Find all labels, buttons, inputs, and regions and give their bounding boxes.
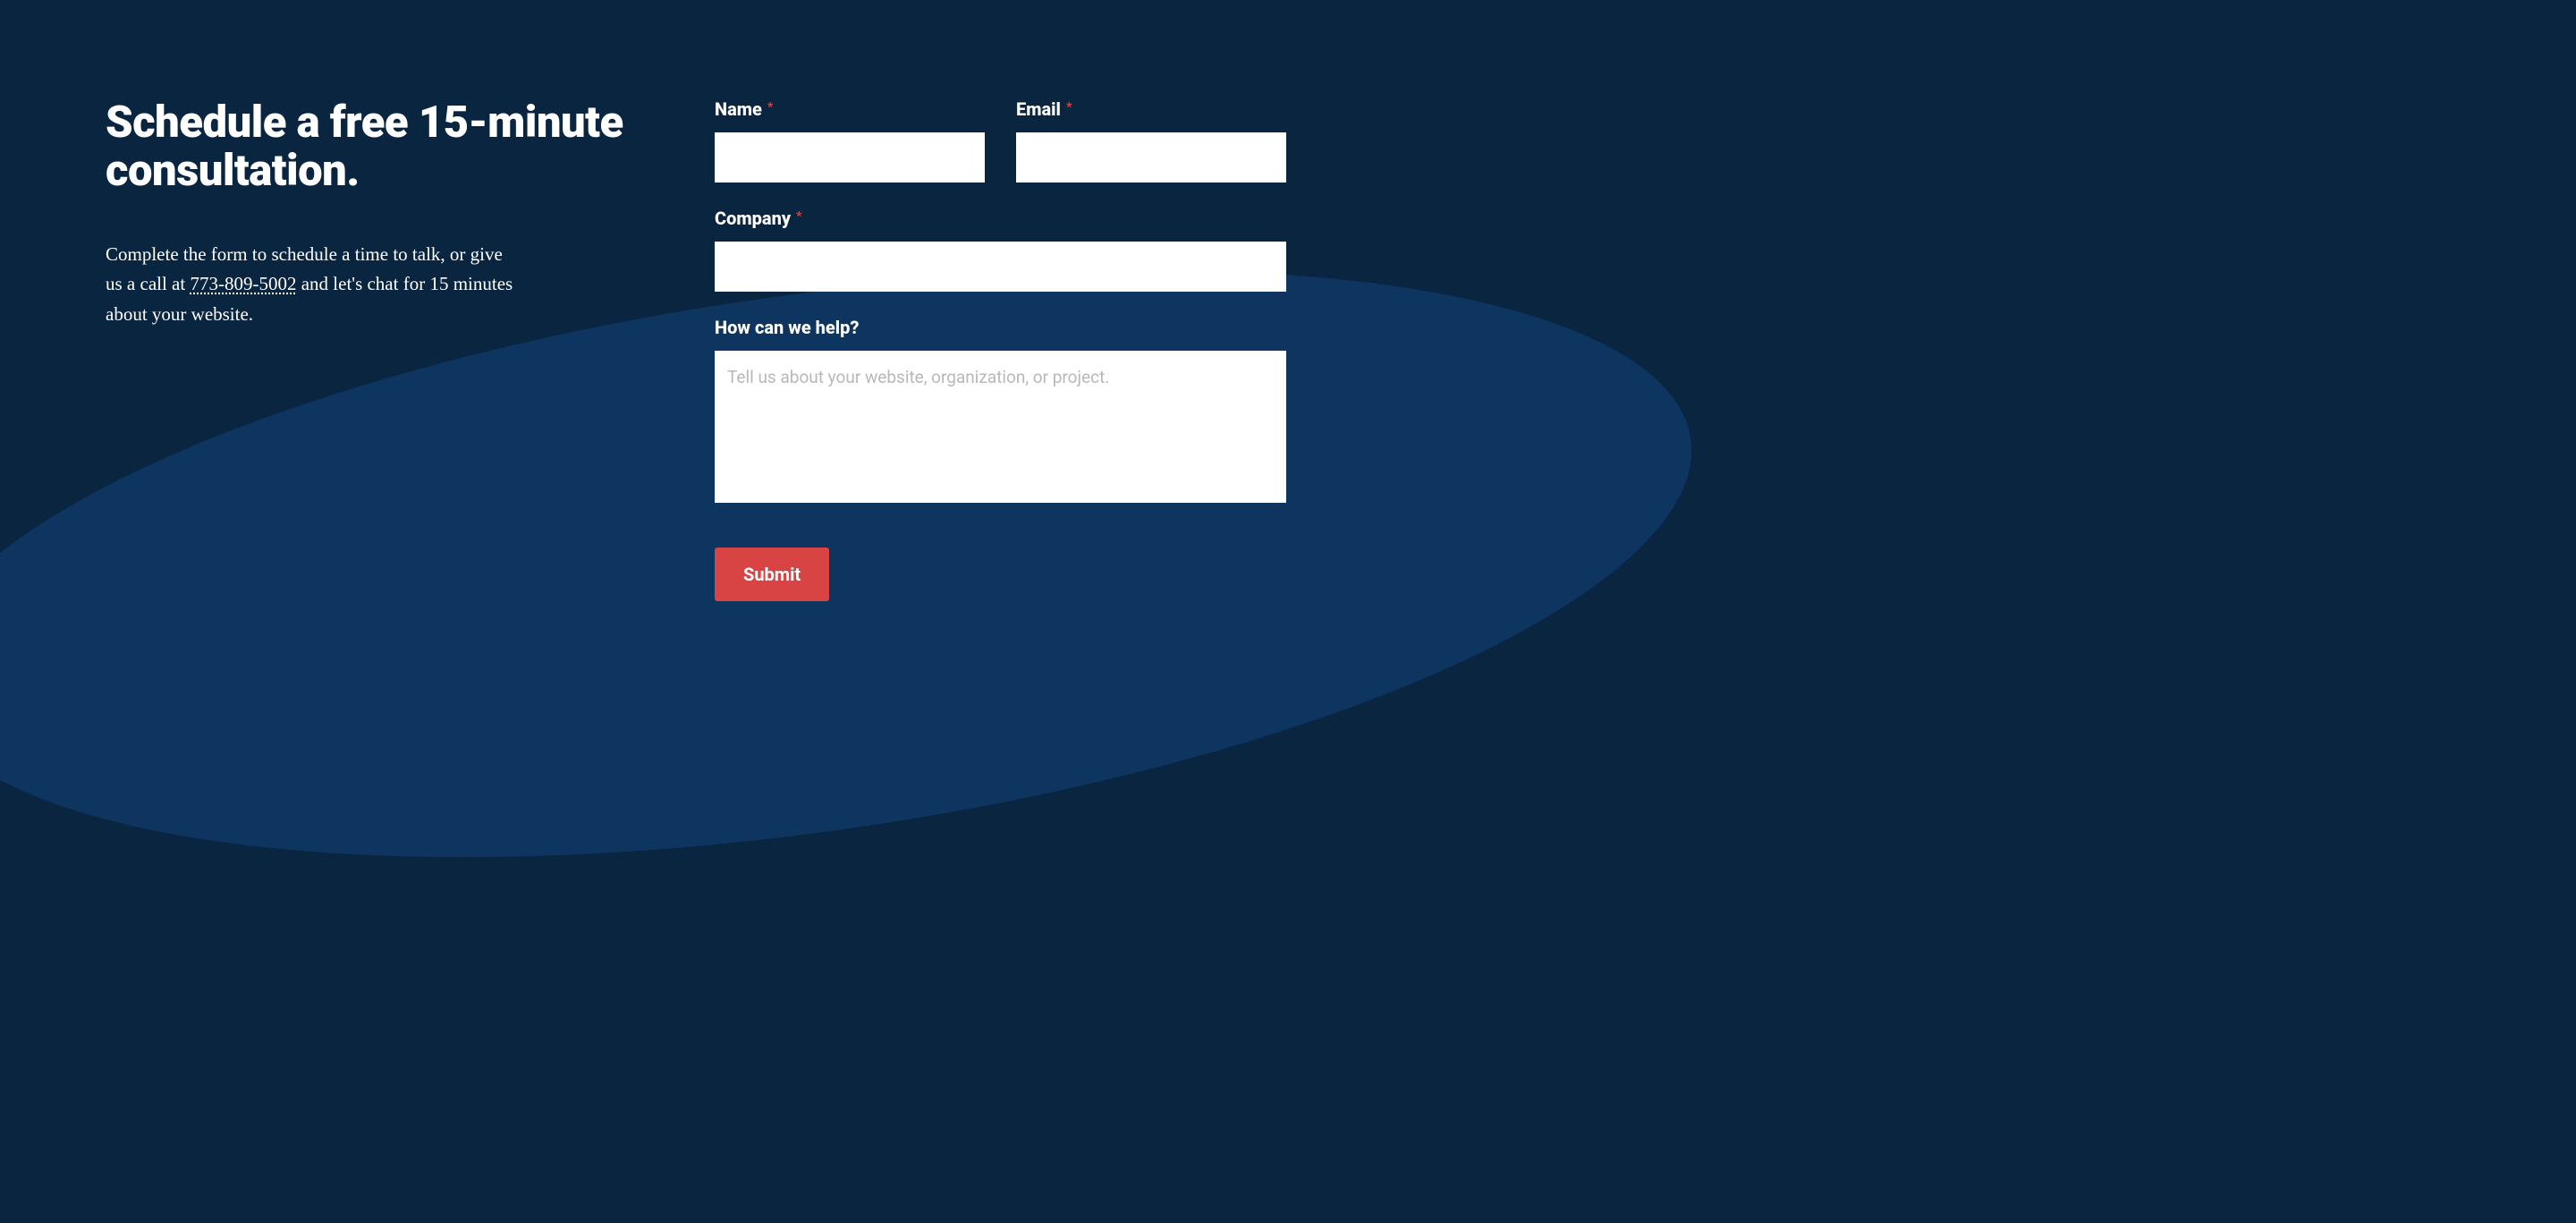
email-label-text: Email [1016,98,1061,120]
phone-link[interactable]: 773-809-5002 [190,273,296,294]
description-text: Complete the form to schedule a time to … [106,240,517,330]
required-indicator: * [767,100,773,115]
company-label: Company * [715,208,1286,229]
form-group-name: Name * [715,98,985,183]
name-label: Name * [715,98,985,120]
right-column: Name * Email * Company * How can we help? [688,98,1376,653]
name-label-text: Name [715,98,762,120]
page-heading: Schedule a free 15-minute consultation. [106,98,634,195]
message-label-text: How can we help? [715,317,860,338]
required-indicator: * [1066,100,1072,115]
message-label: How can we help? [715,317,1286,338]
email-input[interactable] [1016,132,1286,183]
company-input[interactable] [715,242,1286,292]
company-label-text: Company [715,208,791,229]
form-group-email: Email * [1016,98,1286,183]
required-indicator: * [796,209,801,224]
form-group-company: Company * [715,208,1286,292]
name-input[interactable] [715,132,985,183]
message-textarea[interactable] [715,351,1286,503]
main-container: Schedule a free 15-minute consultation. … [0,0,1376,653]
email-label: Email * [1016,98,1286,120]
submit-button[interactable]: Submit [715,548,829,601]
form-group-message: How can we help? [715,317,1286,506]
left-column: Schedule a free 15-minute consultation. … [0,98,688,653]
form-row-name-email: Name * Email * [715,98,1286,183]
